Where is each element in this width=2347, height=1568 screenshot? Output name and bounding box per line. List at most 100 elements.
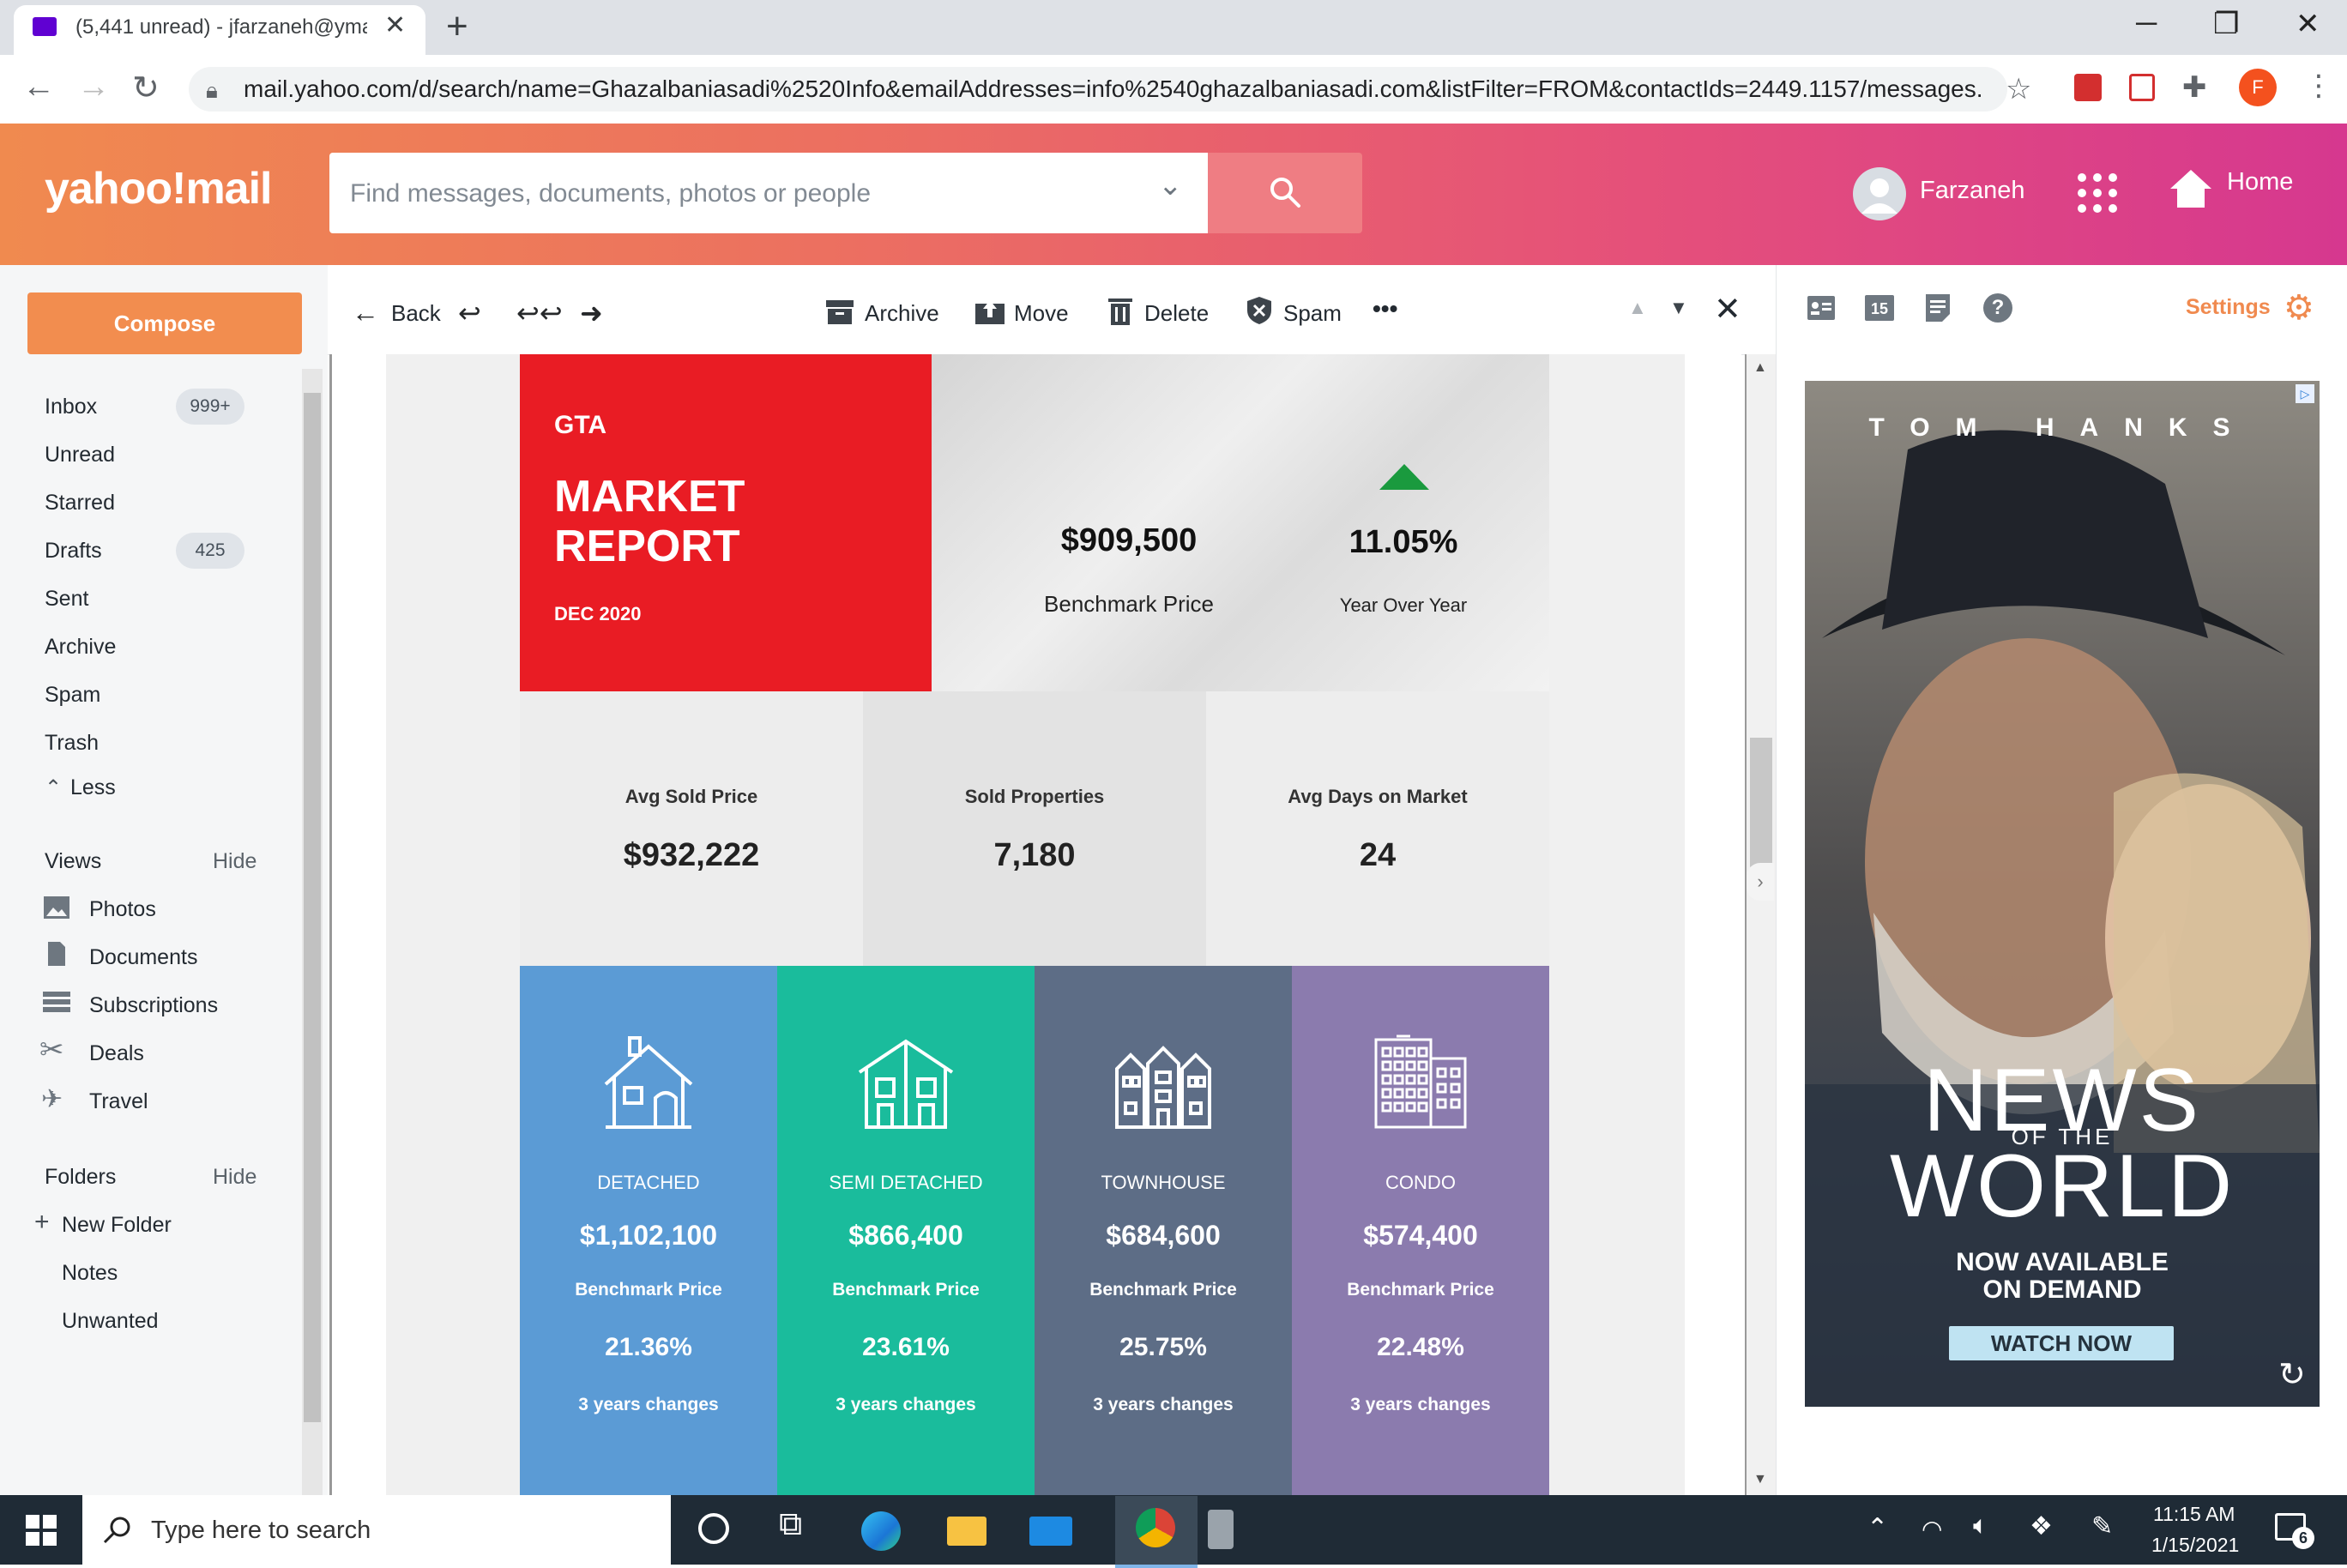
user-name[interactable]: Farzaneh — [1920, 177, 2025, 205]
reply-all-icon[interactable]: ↩↩ — [516, 297, 563, 329]
taskbar-search-placeholder[interactable]: Type here to search — [151, 1517, 371, 1545]
plus-icon[interactable]: + — [34, 1208, 50, 1237]
sidebar-item-subscriptions[interactable]: Subscriptions — [89, 993, 218, 1018]
more-actions-icon[interactable]: ••• — [1373, 295, 1397, 323]
extension-icon[interactable] — [2129, 74, 2155, 101]
browser-menu-icon[interactable]: ⋮ — [2304, 69, 2333, 103]
tab-close-icon[interactable]: ✕ — [384, 10, 406, 40]
settings-link[interactable]: Settings — [2186, 295, 2271, 320]
bookmark-star-icon[interactable]: ☆ — [2006, 72, 2031, 106]
task-view-icon[interactable]: ⧉ — [779, 1506, 802, 1543]
archive-icon[interactable] — [825, 299, 854, 326]
message-scrollbar-thumb[interactable] — [1750, 738, 1772, 884]
profile-avatar[interactable]: F — [2239, 69, 2277, 106]
dropbox-icon[interactable]: ❖ — [2030, 1511, 2053, 1541]
move-icon[interactable] — [974, 297, 1005, 326]
folders-hide-link[interactable]: Hide — [213, 1165, 256, 1190]
previous-message-icon[interactable]: ▲ — [1628, 297, 1647, 319]
chevron-up-icon[interactable]: ⌃ — [45, 775, 62, 800]
reply-icon[interactable]: ↩ — [458, 297, 481, 329]
sidebar-item-unread[interactable]: Unread — [45, 443, 115, 467]
sidebar-item-unwanted[interactable]: Unwanted — [62, 1309, 159, 1334]
sidebar-item-trash[interactable]: Trash — [45, 731, 99, 756]
acrobat-extension-icon[interactable] — [2074, 74, 2102, 101]
ad-replay-icon[interactable]: ↻ — [2278, 1355, 2306, 1394]
user-avatar[interactable] — [1853, 167, 1906, 220]
taskbar-clock-date[interactable]: 1/15/2021 — [2151, 1534, 2239, 1557]
new-tab-icon[interactable]: + — [446, 5, 468, 48]
windows-start-icon[interactable] — [26, 1515, 57, 1546]
sidebar-item-documents[interactable]: Documents — [89, 945, 197, 970]
yahoo-mail-logo[interactable]: yahoo!mail — [45, 163, 272, 214]
sidebar-item-starred[interactable]: Starred — [45, 491, 115, 516]
property-type-price: $1,102,100 — [579, 1220, 718, 1251]
chrome-taskbar-button[interactable] — [1115, 1496, 1198, 1568]
app-taskbar-icon[interactable] — [1208, 1510, 1234, 1549]
volume-icon[interactable]: 🔈︎ — [1973, 1511, 1988, 1541]
ad-watch-now-button[interactable]: WATCH NOW — [1949, 1326, 2174, 1360]
extensions-puzzle-icon[interactable]: ✚ — [2182, 70, 2207, 105]
sidebar-item-photos[interactable]: Photos — [89, 897, 156, 922]
home-icon[interactable] — [2169, 166, 2213, 215]
scroll-up-arrow-icon[interactable]: ▲ — [1753, 360, 1767, 376]
sidebar-item-notes[interactable]: Notes — [62, 1261, 118, 1286]
taskbar-search-icon — [103, 1517, 130, 1544]
expand-rail-chevron-icon[interactable]: › — [1747, 863, 1774, 901]
sidebar-item-inbox[interactable]: Inbox — [45, 395, 97, 419]
sidebar-item-drafts[interactable]: Drafts — [45, 539, 102, 564]
minimize-icon[interactable]: ─ — [2136, 7, 2157, 40]
sidebar-item-spam[interactable]: Spam — [45, 683, 100, 708]
back-button[interactable]: Back — [391, 300, 441, 327]
taskbar-clock-time[interactable]: 11:15 AM — [2153, 1503, 2235, 1526]
show-hidden-icons-chevron[interactable]: ⌃ — [1867, 1513, 1888, 1543]
forward-arrow-icon[interactable]: → — [77, 69, 110, 106]
forward-icon[interactable]: ➜ — [580, 297, 603, 329]
move-button[interactable]: Move — [1014, 300, 1069, 327]
archive-button[interactable]: Archive — [865, 300, 939, 327]
sidebar-less-toggle[interactable]: Less — [70, 775, 116, 800]
search-input[interactable] — [348, 168, 1141, 220]
delete-button[interactable]: Delete — [1144, 300, 1209, 327]
trash-icon[interactable] — [1107, 297, 1134, 326]
sidebar-item-travel[interactable]: Travel — [89, 1089, 148, 1114]
spam-button[interactable]: Spam — [1283, 300, 1342, 327]
notepad-icon[interactable] — [1925, 293, 1951, 323]
views-hide-link[interactable]: Hide — [213, 849, 256, 874]
restore-icon[interactable]: ❐ — [2213, 7, 2239, 41]
sidebar-item-archive[interactable]: Archive — [45, 635, 116, 660]
cortana-icon[interactable] — [698, 1513, 729, 1544]
next-message-icon[interactable]: ▼ — [1669, 297, 1688, 319]
search-button[interactable] — [1208, 153, 1362, 233]
scroll-down-arrow-icon[interactable]: ▼ — [1753, 1472, 1767, 1487]
home-link[interactable]: Home — [2227, 168, 2293, 196]
pen-icon[interactable]: ✎ — [2091, 1511, 2113, 1541]
sidebar-item-deals[interactable]: Deals — [89, 1041, 144, 1066]
advertisement[interactable]: ▷ TOM HANKS NEWS OF THE WORLD NOW AVAILA… — [1805, 381, 2320, 1407]
edge-browser-icon[interactable] — [861, 1511, 901, 1551]
compose-button[interactable]: Compose — [27, 292, 302, 354]
message-scrollbar[interactable] — [1745, 354, 1777, 1495]
back-arrow-icon[interactable]: ← — [352, 297, 379, 329]
contacts-icon[interactable] — [1807, 295, 1836, 321]
back-arrow-icon[interactable]: ← — [22, 69, 55, 106]
gear-icon[interactable]: ⚙ — [2284, 288, 2314, 328]
new-folder-link[interactable]: New Folder — [62, 1213, 172, 1238]
sidebar-item-sent[interactable]: Sent — [45, 587, 88, 612]
close-message-icon[interactable]: ✕ — [1714, 290, 1741, 329]
window-close-icon[interactable]: ✕ — [2296, 7, 2320, 41]
url-text[interactable]: mail.yahoo.com/d/search/name=Ghazalbania… — [244, 75, 1985, 103]
network-icon[interactable]: ◠ — [1922, 1515, 1942, 1543]
file-explorer-icon[interactable] — [947, 1517, 986, 1546]
lock-icon[interactable]: 🔒︎ — [206, 77, 218, 105]
mail-app-icon[interactable] — [1029, 1517, 1072, 1546]
calendar-icon[interactable]: 15 — [1865, 295, 1894, 321]
reload-icon[interactable]: ↻ — [132, 69, 160, 107]
spam-shield-icon[interactable] — [1246, 295, 1273, 326]
sidebar-scrollbar-thumb[interactable] — [304, 393, 321, 1422]
views-section-title: Views — [45, 849, 102, 873]
apps-grid-icon[interactable] — [2076, 172, 2119, 219]
search-options-chevron-icon[interactable]: ⌄ — [1158, 168, 1183, 202]
adchoices-icon[interactable]: ▷ — [2296, 384, 2314, 403]
yoy-change-value: 11.05% — [1348, 524, 1458, 560]
help-icon[interactable]: ? — [1983, 293, 2012, 323]
